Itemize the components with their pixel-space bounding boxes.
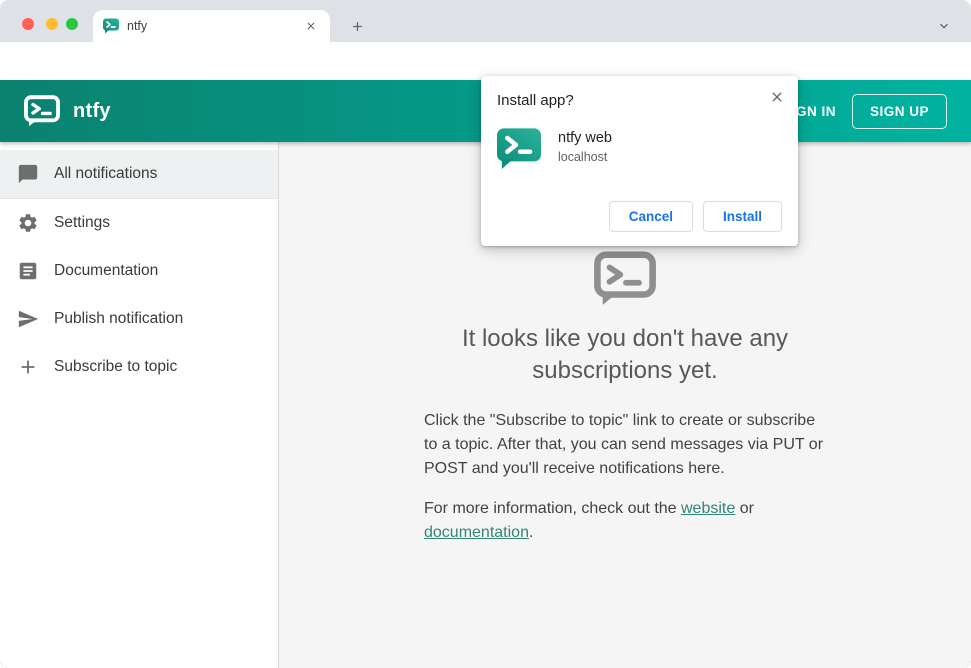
gear-icon: [16, 211, 40, 235]
dialog-close-icon[interactable]: [766, 86, 788, 108]
more-info-suffix: .: [528, 524, 534, 541]
sidebar-item-all-notifications[interactable]: All notifications: [0, 150, 278, 198]
send-icon: [16, 307, 40, 331]
documentation-link[interactable]: documentation: [424, 524, 529, 541]
sidebar-item-label: Settings: [54, 214, 111, 231]
sign-up-button[interactable]: SIGN UP: [851, 93, 947, 129]
sidebar-item-label: Documentation: [54, 262, 159, 279]
article-icon: [16, 259, 40, 283]
dialog-app-texts: ntfy web localhost: [558, 128, 612, 164]
minimize-window-button[interactable]: [46, 18, 58, 30]
tab-title: ntfy: [127, 19, 148, 33]
sidebar-item-label: All notifications: [54, 165, 158, 182]
sidebar: All notifications Settings Documentation: [0, 142, 279, 668]
ntfy-logo-large-icon: [594, 251, 656, 311]
plus-icon: [16, 355, 40, 379]
tab-close-icon[interactable]: [302, 17, 320, 35]
empty-state-paragraph: Click the "Subscribe to topic" link to c…: [424, 412, 824, 477]
sidebar-item-subscribe-to-topic[interactable]: Subscribe to topic: [0, 343, 278, 391]
cancel-button[interactable]: Cancel: [608, 201, 693, 232]
ntfy-logo-icon: [24, 95, 60, 127]
dialog-app-origin: localhost: [558, 150, 608, 164]
sidebar-item-publish-notification[interactable]: Publish notification: [0, 295, 278, 343]
more-info-separator: or: [735, 500, 754, 517]
close-window-button[interactable]: [22, 18, 34, 30]
tab-search-chevron-icon[interactable]: [931, 13, 957, 39]
dialog-title: Install app?: [497, 92, 574, 109]
install-button[interactable]: Install: [702, 201, 782, 232]
new-tab-button[interactable]: [344, 13, 370, 39]
app-title: ntfy: [73, 99, 111, 122]
dialog-app-row: ntfy web localhost: [497, 128, 782, 170]
empty-state-heading: It looks like you don't have any subscri…: [461, 325, 789, 384]
dialog-actions: Cancel Install: [608, 201, 782, 232]
browser-tab-ntfy[interactable]: ntfy: [93, 10, 330, 42]
sidebar-item-settings[interactable]: Settings: [0, 199, 278, 247]
tab-strip: ntfy: [0, 0, 971, 42]
empty-state-body: Click the "Subscribe to topic" link to c…: [424, 409, 826, 545]
dialog-app-name: ntfy web: [558, 130, 612, 146]
sidebar-item-label: Publish notification: [54, 310, 184, 327]
empty-state-more-info: For more information, check out the webs…: [424, 497, 826, 545]
more-info-prefix: For more information, check out the: [424, 500, 681, 517]
website-link[interactable]: website: [681, 500, 735, 517]
ntfy-app-icon: [497, 128, 541, 170]
browser-toolbar: localhost: [0, 42, 971, 116]
sidebar-item-documentation[interactable]: Documentation: [0, 247, 278, 295]
ntfy-favicon: [103, 18, 119, 34]
browser-window: ntfy localhost: [0, 0, 971, 668]
sidebar-item-label: Subscribe to topic: [54, 358, 178, 375]
install-app-dialog: Install app? ntfy web localhost Cancel I…: [481, 76, 798, 246]
maximize-window-button[interactable]: [66, 18, 78, 30]
chat-icon: [16, 162, 40, 186]
